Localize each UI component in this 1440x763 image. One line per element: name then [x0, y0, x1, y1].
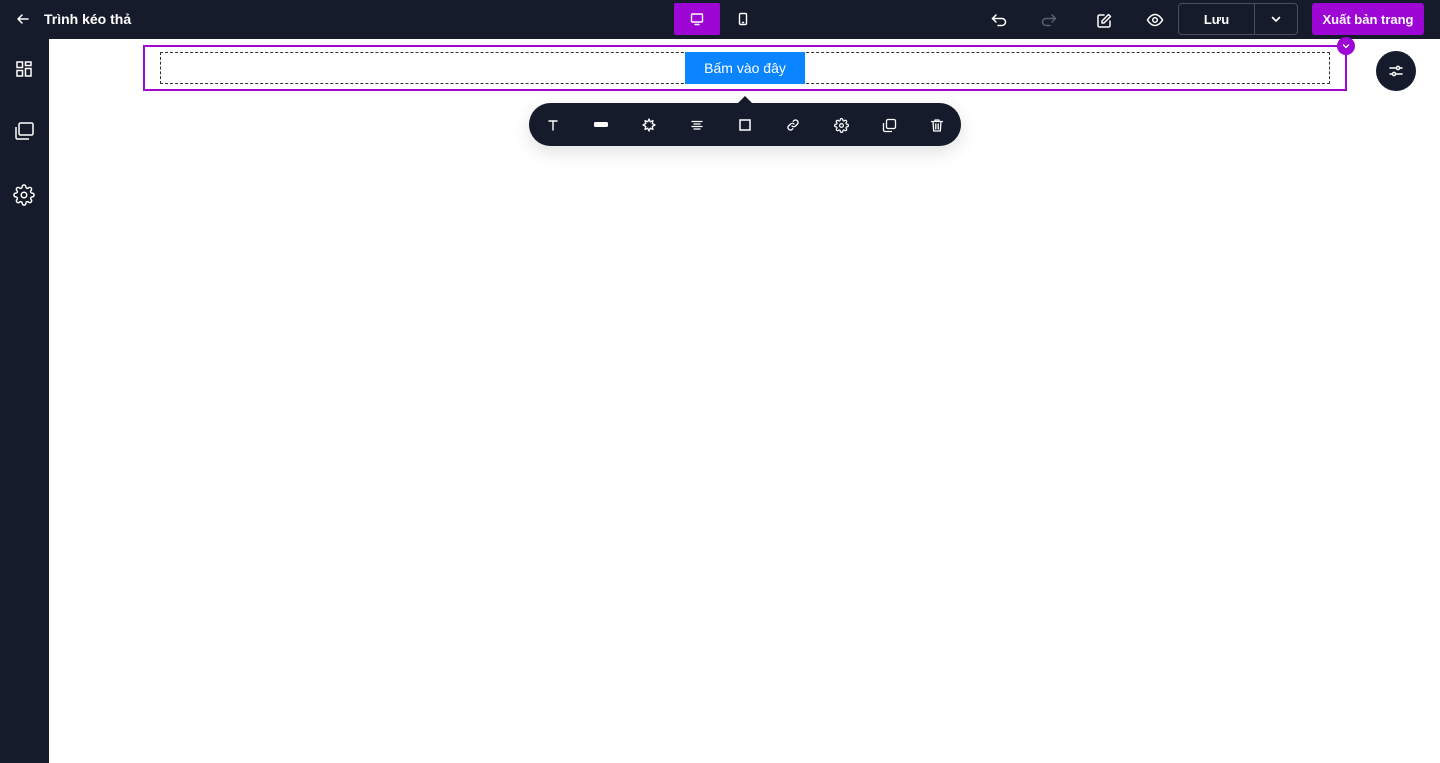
sidebar-item-elements[interactable] — [12, 57, 36, 81]
undo-icon — [991, 14, 1007, 27]
save-button-group: Lưu — [1178, 3, 1298, 35]
publish-button[interactable]: Xuất bản trang — [1312, 3, 1424, 35]
mobile-view-button[interactable] — [720, 3, 766, 35]
button-style-tool[interactable] — [590, 114, 612, 136]
smartphone-icon — [738, 12, 748, 26]
element-toolbar — [529, 103, 961, 146]
sliders-icon — [1389, 65, 1403, 77]
sidebar-item-pages[interactable] — [12, 119, 36, 143]
redo-button[interactable] — [1037, 8, 1061, 32]
link-icon — [787, 119, 799, 131]
border-icon — [739, 119, 751, 131]
element-settings-tool[interactable] — [830, 114, 852, 136]
undo-button[interactable] — [987, 8, 1011, 32]
text-icon — [548, 120, 558, 131]
back-button[interactable] — [12, 9, 34, 29]
align-icon — [691, 120, 703, 130]
save-options-button[interactable] — [1255, 4, 1297, 34]
arrow-left-icon — [17, 14, 29, 24]
delete-tool[interactable] — [926, 114, 948, 136]
link-tool[interactable] — [782, 114, 804, 136]
layout-grid-icon — [16, 61, 32, 77]
canvas-cta-button[interactable]: Bấm vào đây — [685, 52, 805, 84]
eye-icon — [1146, 13, 1164, 27]
section-collapse-badge[interactable] — [1337, 37, 1355, 55]
gear-icon — [13, 184, 35, 206]
chevron-down-icon — [1342, 44, 1350, 49]
left-sidebar — [0, 39, 49, 763]
duplicate-icon — [882, 118, 896, 132]
page-settings-button[interactable] — [1376, 51, 1416, 91]
editor-canvas[interactable] — [49, 39, 1440, 763]
edit-icon — [1096, 13, 1111, 28]
effect-icon — [642, 118, 656, 132]
duplicate-tool[interactable] — [878, 114, 900, 136]
effect-tool[interactable] — [638, 114, 660, 136]
monitor-icon — [690, 13, 704, 26]
desktop-view-button[interactable] — [674, 3, 720, 35]
save-button[interactable]: Lưu — [1179, 4, 1255, 34]
toolbar-pointer — [738, 96, 752, 103]
preview-button[interactable] — [1143, 8, 1167, 32]
app-title: Trình kéo thả — [44, 11, 132, 27]
copy-pages-icon — [15, 122, 34, 140]
chevron-down-icon — [1271, 16, 1281, 22]
align-tool[interactable] — [686, 114, 708, 136]
sidebar-item-settings[interactable] — [12, 183, 36, 207]
edit-button[interactable] — [1092, 8, 1116, 32]
trash-icon — [930, 118, 944, 132]
border-tool[interactable] — [734, 114, 756, 136]
text-style-tool[interactable] — [542, 114, 564, 136]
settings-icon — [833, 117, 849, 133]
button-style-icon — [594, 122, 608, 127]
top-bar: Trình kéo thả Lưu Xuất bản trang — [0, 0, 1440, 39]
redo-icon — [1041, 14, 1057, 27]
